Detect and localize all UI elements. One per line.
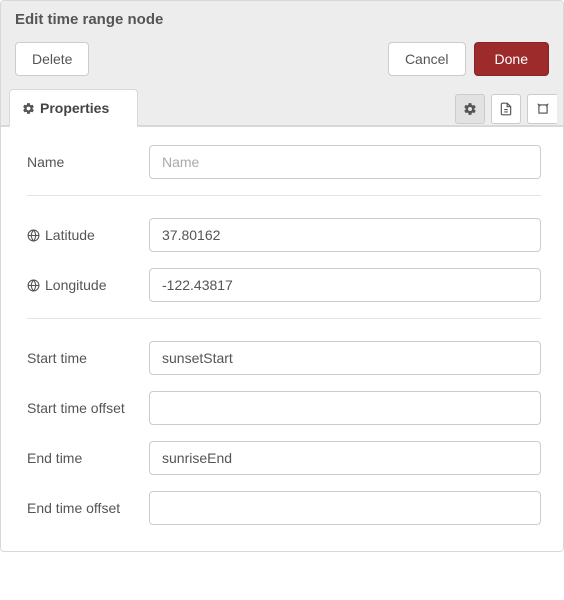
form-row-end-time-offset: End time offset (27, 491, 541, 525)
tab-strip: Properties (1, 88, 563, 127)
latitude-label: Latitude (45, 227, 95, 243)
gear-icon (463, 102, 477, 116)
info-icon-button[interactable] (491, 94, 521, 124)
document-icon (499, 102, 513, 116)
delete-button[interactable]: Delete (15, 42, 89, 76)
divider (27, 195, 541, 196)
cancel-button[interactable]: Cancel (388, 42, 466, 76)
latitude-input[interactable] (149, 218, 541, 252)
longitude-label: Longitude (45, 277, 107, 293)
start-time-label: Start time (27, 350, 149, 366)
form-row-end-time: End time (27, 441, 541, 475)
edit-dialog: Edit time range node Delete Cancel Done … (0, 0, 564, 552)
properties-icon-button[interactable] (455, 94, 485, 124)
form-row-name: Name (27, 145, 541, 179)
tab-properties-label: Properties (40, 100, 109, 116)
globe-icon (27, 229, 40, 242)
frame-icon (536, 102, 550, 116)
start-time-offset-input[interactable] (149, 391, 541, 425)
gear-icon (22, 102, 35, 115)
tab-properties[interactable]: Properties (9, 89, 138, 127)
button-row: Delete Cancel Done (15, 42, 549, 76)
start-time-input[interactable] (149, 341, 541, 375)
name-label: Name (27, 154, 149, 170)
form-row-start-time: Start time (27, 341, 541, 375)
end-time-offset-label: End time offset (27, 500, 149, 516)
end-time-offset-input[interactable] (149, 491, 541, 525)
name-input[interactable] (149, 145, 541, 179)
dialog-title: Edit time range node (15, 11, 549, 28)
end-time-label: End time (27, 450, 149, 466)
form-body: Name Latitude Longitude St (1, 127, 563, 551)
form-row-start-time-offset: Start time offset (27, 391, 541, 425)
dialog-header: Edit time range node Delete Cancel Done (1, 1, 563, 88)
globe-icon (27, 279, 40, 292)
form-row-longitude: Longitude (27, 268, 541, 302)
end-time-input[interactable] (149, 441, 541, 475)
done-button[interactable]: Done (474, 42, 549, 76)
start-time-offset-label: Start time offset (27, 400, 149, 416)
longitude-input[interactable] (149, 268, 541, 302)
form-row-latitude: Latitude (27, 218, 541, 252)
divider (27, 318, 541, 319)
appearance-icon-button[interactable] (527, 94, 557, 124)
